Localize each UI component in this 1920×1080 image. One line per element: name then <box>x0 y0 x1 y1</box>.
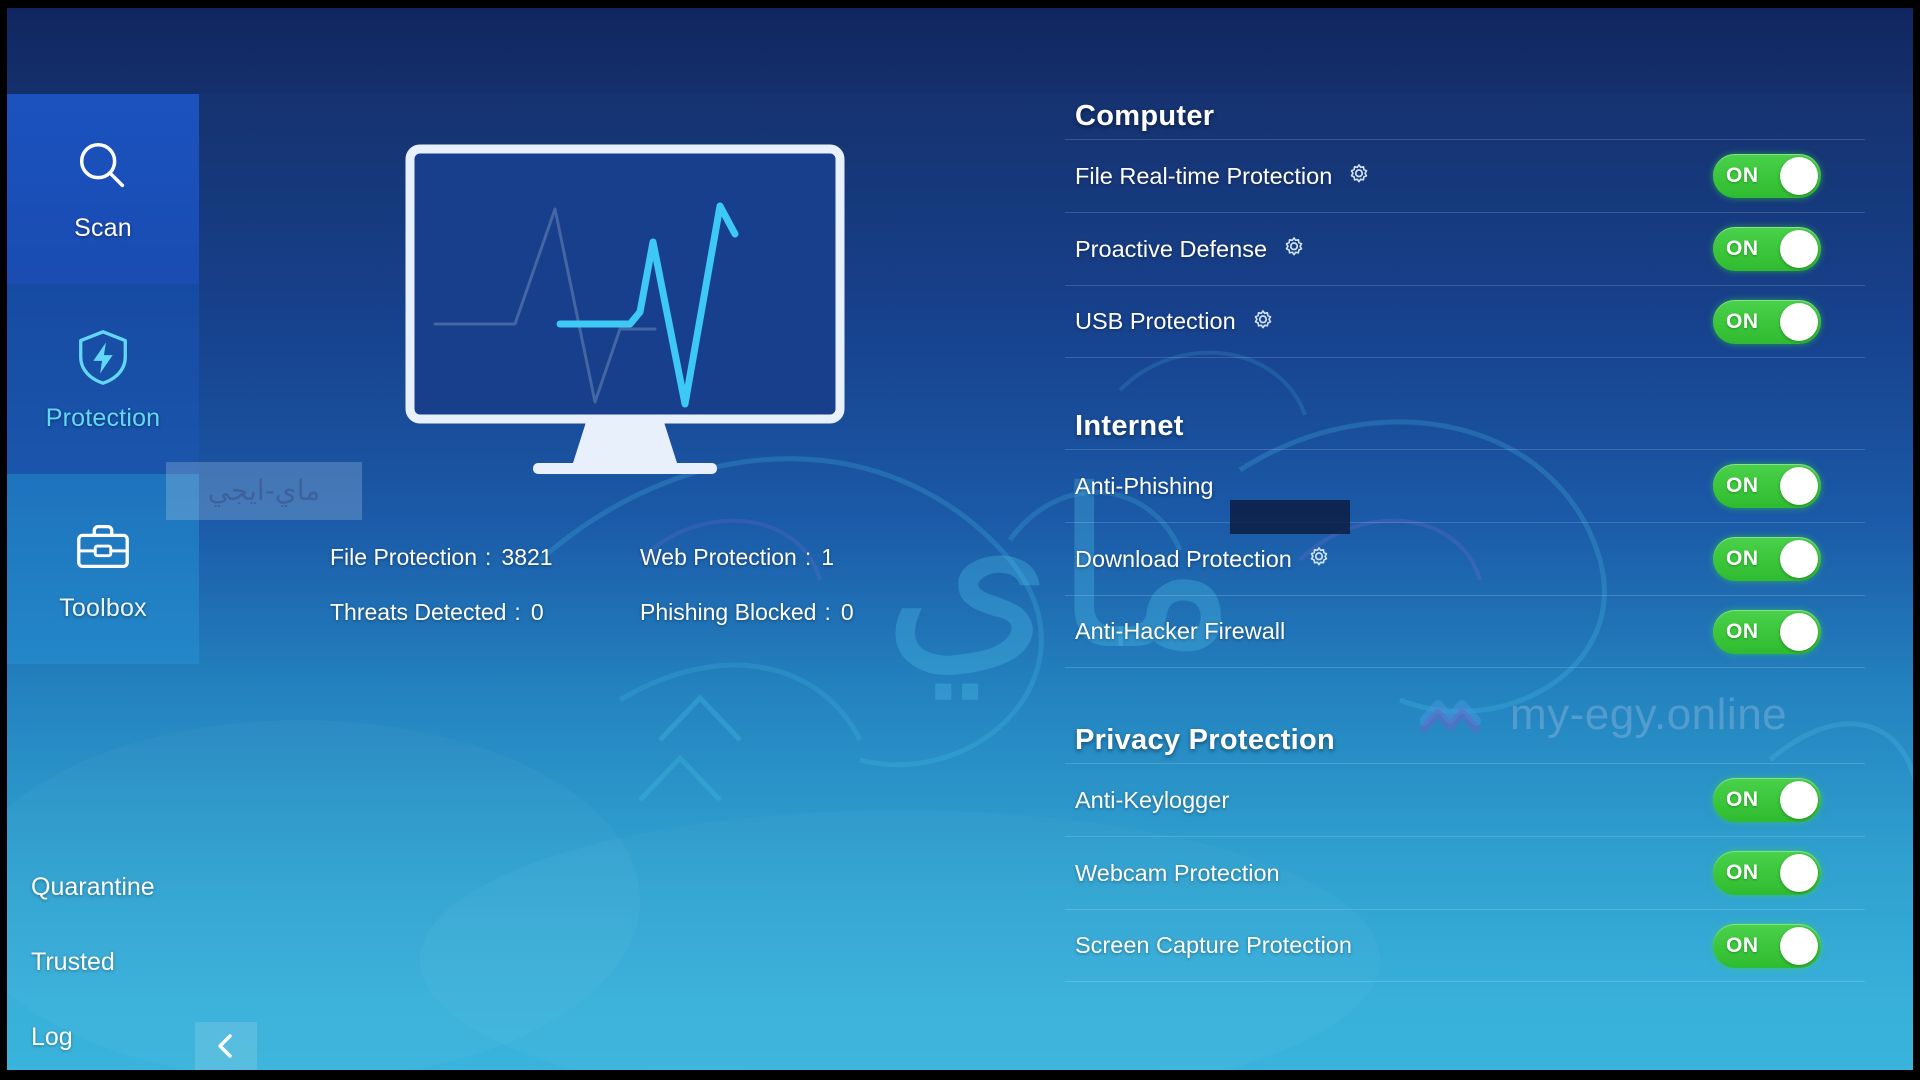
stat-colon: : <box>804 544 812 570</box>
monitor-pulse-icon <box>405 144 845 474</box>
toggle-knob <box>1780 540 1818 578</box>
sidebar-item-scan[interactable]: Scan <box>7 94 199 284</box>
toggle-knob <box>1780 302 1818 341</box>
feature-row-usb-protection[interactable]: USB Protection ON <box>1065 285 1865 358</box>
toggle-screen-capture-protection[interactable]: ON <box>1713 923 1821 968</box>
section-title: Privacy Protection <box>1075 724 1336 756</box>
stat-colon: : <box>485 544 492 570</box>
stat-file-protection: File Protection : 3821 <box>330 544 640 571</box>
stat-threats-detected: Threats Detected : 0 <box>330 599 640 626</box>
feature-row-anti-phishing[interactable]: Anti-Phishing ON <box>1065 449 1865 522</box>
toggle-download-protection[interactable]: ON <box>1713 537 1821 581</box>
sidebar-collapse-button[interactable] <box>195 1022 257 1070</box>
sidebar-item-label: Scan <box>74 213 132 242</box>
toggle-webcam-protection[interactable]: ON <box>1713 851 1821 895</box>
stat-value: 0 <box>530 599 544 625</box>
stat-label: Threats Detected <box>330 599 507 625</box>
stats-row: Threats Detected : 0 Phishing Blocked : … <box>330 599 950 626</box>
window-frame-bottom <box>0 1070 1920 1080</box>
sidebar-item-protection[interactable]: Protection <box>7 284 199 474</box>
section-privacy-protection: Privacy Protection Anti-Keylogger ON Web… <box>1065 724 1865 982</box>
feature-row-proactive-defense[interactable]: Proactive Defense ON <box>1065 212 1865 285</box>
stats-summary: File Protection : 3821 Web Protection : … <box>330 544 950 654</box>
toggle-knob <box>1780 467 1818 505</box>
window-frame-left <box>0 0 7 1080</box>
magnifier-icon <box>79 142 125 187</box>
toggle-knob <box>1780 230 1818 268</box>
stat-colon: : <box>514 599 521 625</box>
feature-row-anti-hacker-firewall[interactable]: Anti-Hacker Firewall ON <box>1065 595 1865 668</box>
feature-row-file-real-time-protection[interactable]: File Real-time Protection ON <box>1065 139 1865 212</box>
sidebar-link-quarantine[interactable]: Quarantine <box>7 873 267 902</box>
window-frame-right <box>1913 0 1920 1080</box>
feature-label: Anti-Hacker Firewall <box>1075 618 1286 644</box>
section-title: Computer <box>1075 100 1215 132</box>
toolbox-icon <box>77 524 129 568</box>
toggle-state-label: ON <box>1726 164 1759 187</box>
toggle-state-label: ON <box>1726 237 1759 260</box>
toggle-state-label: ON <box>1726 474 1759 497</box>
toggle-knob <box>1780 926 1818 965</box>
gear-icon[interactable] <box>1250 309 1276 335</box>
toggle-state-label: ON <box>1726 309 1759 333</box>
feature-row-screen-capture-protection[interactable]: Screen Capture Protection ON <box>1065 909 1865 982</box>
toggle-knob <box>1780 157 1818 195</box>
section-computer: Computer File Real-time Protection ON Pr… <box>1065 100 1865 358</box>
protection-settings-panel: Computer File Real-time Protection ON Pr… <box>1065 100 1865 1060</box>
stat-web-protection: Web Protection : 1 <box>640 544 950 571</box>
feature-label: Anti-Keylogger <box>1075 786 1230 813</box>
feature-label: Screen Capture Protection <box>1075 932 1352 958</box>
gear-icon[interactable] <box>1306 546 1332 572</box>
stat-phishing-blocked: Phishing Blocked : 0 <box>640 599 950 626</box>
toggle-state-label: ON <box>1726 861 1759 884</box>
toggle-state-label: ON <box>1726 933 1759 957</box>
stat-label: File Protection <box>330 544 478 570</box>
feature-label: Webcam Protection <box>1075 859 1280 886</box>
toggle-state-label: ON <box>1726 547 1759 570</box>
sidebar-link-trusted[interactable]: Trusted <box>7 948 267 977</box>
toggle-knob <box>1780 612 1818 651</box>
sidebar-item-label: Toolbox <box>59 593 147 622</box>
gear-icon[interactable] <box>1281 236 1307 262</box>
stat-colon: : <box>824 599 831 625</box>
top-band <box>0 8 1920 94</box>
toggle-anti-phishing[interactable]: ON <box>1713 464 1821 508</box>
shield-bolt-icon <box>79 329 127 385</box>
section-title: Internet <box>1075 410 1184 442</box>
stat-value: 0 <box>840 599 854 625</box>
toggle-anti-keylogger[interactable]: ON <box>1713 778 1821 822</box>
toggle-knob <box>1780 781 1818 819</box>
toggle-anti-hacker-firewall[interactable]: ON <box>1713 609 1821 654</box>
toggle-knob <box>1780 854 1818 892</box>
feature-label: Proactive Defense <box>1075 235 1268 262</box>
toggle-state-label: ON <box>1726 619 1759 643</box>
chevron-left-icon <box>218 1034 232 1058</box>
stats-row: File Protection : 3821 Web Protection : … <box>330 544 950 571</box>
feature-label: File Real-time Protection <box>1075 162 1333 189</box>
stat-value: 3821 <box>501 544 553 570</box>
stat-label: Phishing Blocked <box>640 599 817 625</box>
sidebar-item-toolbox[interactable]: Toolbox <box>7 474 199 664</box>
toggle-state-label: ON <box>1726 788 1759 811</box>
feature-row-webcam-protection[interactable]: Webcam Protection ON <box>1065 836 1865 909</box>
feature-row-anti-keylogger[interactable]: Anti-Keylogger ON <box>1065 763 1865 836</box>
stat-value: 1 <box>821 544 835 570</box>
feature-label: Download Protection <box>1075 545 1292 572</box>
toggle-file-real-time-protection[interactable]: ON <box>1713 154 1821 198</box>
window-frame-top <box>0 0 1920 8</box>
feature-label: Anti-Phishing <box>1075 472 1214 499</box>
antivirus-app-window: Scan Protection Toolbox Quarantine Trust… <box>0 0 1920 1080</box>
toggle-proactive-defense[interactable]: ON <box>1713 227 1821 271</box>
gear-icon[interactable] <box>1346 163 1372 189</box>
toggle-usb-protection[interactable]: ON <box>1713 299 1821 344</box>
feature-label: USB Protection <box>1075 308 1236 334</box>
feature-row-download-protection[interactable]: Download Protection ON <box>1065 522 1865 595</box>
section-internet: Internet Anti-Phishing ON Download Prote… <box>1065 410 1865 668</box>
hero-area: File Protection : 3821 Web Protection : … <box>200 94 1060 1072</box>
sidebar-item-label: Protection <box>45 403 161 432</box>
stat-label: Web Protection <box>640 544 797 570</box>
